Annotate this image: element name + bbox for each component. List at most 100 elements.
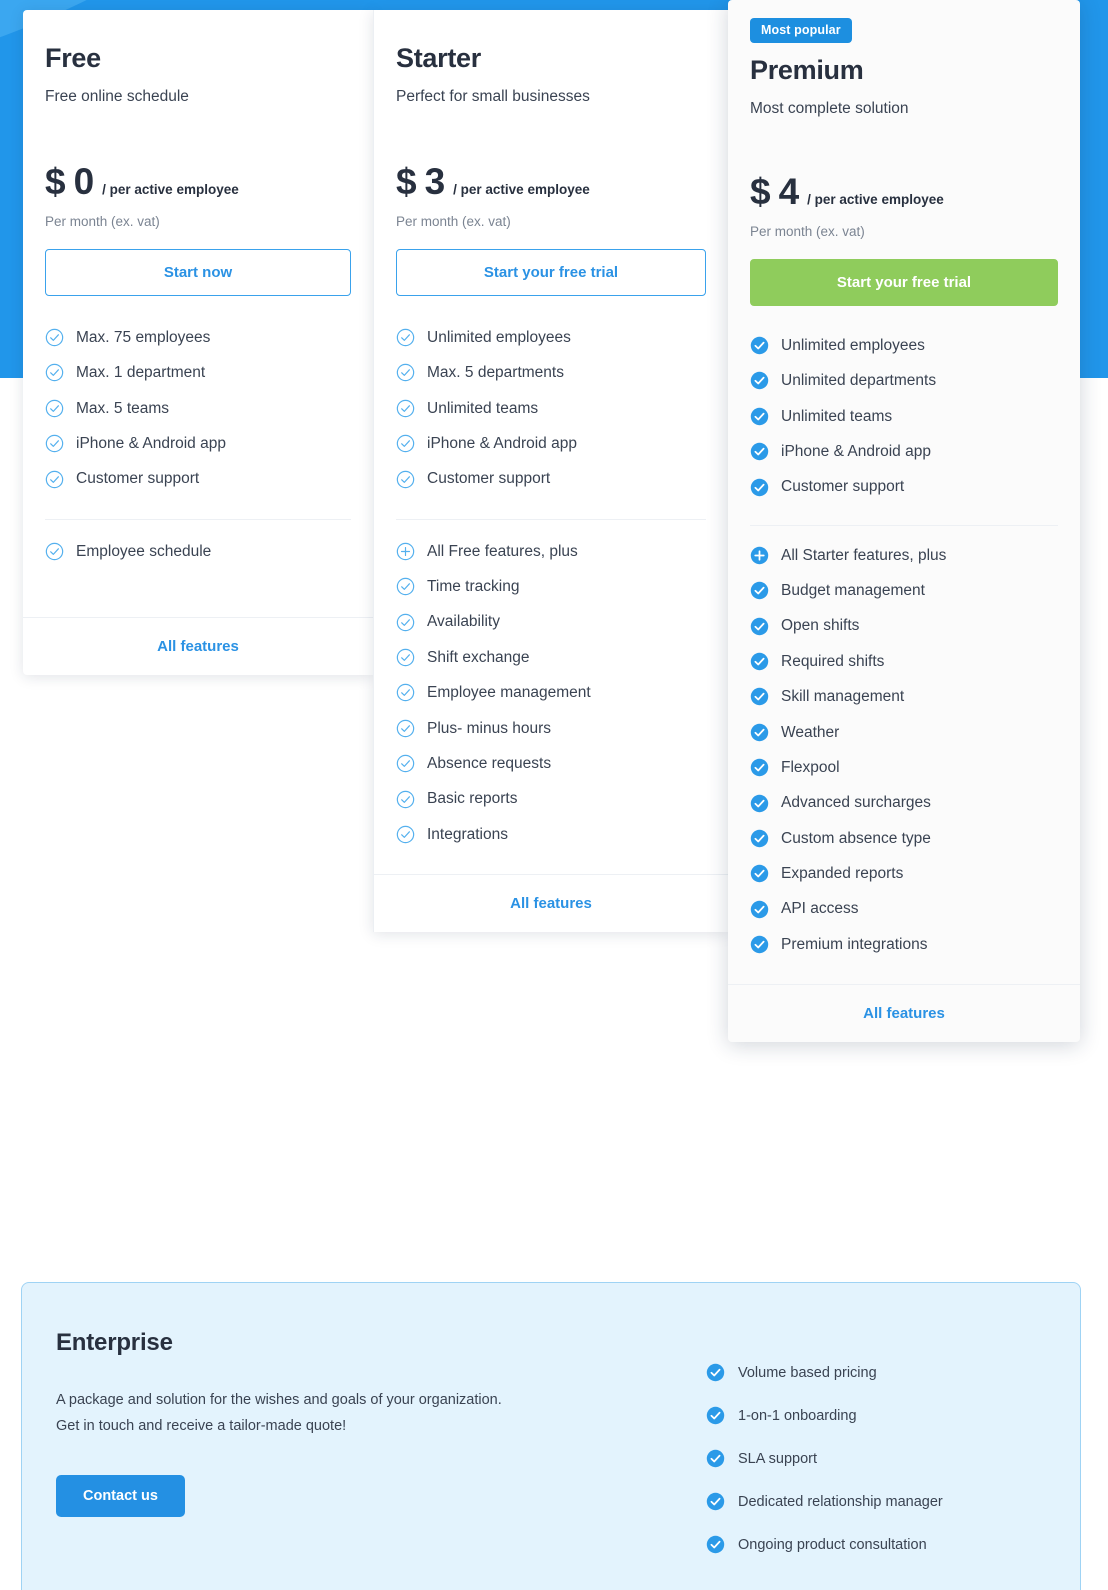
feature-item: Unlimited teams bbox=[396, 391, 706, 426]
check-circle-outline-icon bbox=[396, 648, 415, 667]
check-circle-filled-icon bbox=[750, 935, 769, 954]
check-circle-outline-icon bbox=[396, 790, 415, 808]
check-circle-outline-icon bbox=[45, 364, 64, 382]
feature-label: iPhone & Android app bbox=[427, 434, 577, 452]
check-circle-outline-icon bbox=[396, 825, 415, 844]
extra-feature-list: All Free features, plus Time tracking Avai… bbox=[374, 534, 728, 852]
feature-item: Max. 5 teams bbox=[45, 391, 351, 426]
core-feature-list: Unlimited employees Max. 5 departments Unl… bbox=[374, 320, 728, 497]
check-circle-outline-icon bbox=[396, 470, 415, 488]
feature-item: Customer support bbox=[750, 469, 1058, 504]
check-circle-filled-icon bbox=[706, 1363, 725, 1382]
price-unit: / per active employee bbox=[453, 181, 590, 197]
check-circle-filled-icon bbox=[750, 478, 769, 496]
feature-label: Unlimited departments bbox=[781, 372, 937, 390]
feature-label: Time tracking bbox=[427, 578, 520, 596]
feature-label: All Free features, plus bbox=[427, 542, 578, 560]
price-unit: / per active employee bbox=[102, 181, 239, 197]
feature-item: Customer support bbox=[396, 461, 706, 496]
feature-label: Max. 1 department bbox=[76, 364, 206, 382]
feature-label: All Starter features, plus bbox=[781, 546, 947, 564]
feature-item: Basic reports bbox=[396, 781, 706, 816]
check-circle-outline-icon bbox=[45, 470, 64, 488]
check-circle-filled-icon bbox=[750, 723, 769, 741]
enterprise-card: Enterprise A package and solution for th… bbox=[21, 1282, 1081, 1590]
feature-label: API access bbox=[781, 900, 859, 918]
feature-item: Skill management bbox=[750, 679, 1058, 714]
check-circle-outline-icon bbox=[396, 684, 415, 702]
feature-item: Custom absence type bbox=[750, 821, 1058, 856]
price-amount: 0 bbox=[73, 160, 95, 202]
enterprise-feature-item: SLA support bbox=[706, 1437, 1046, 1480]
check-circle-outline-icon bbox=[396, 613, 415, 631]
feature-label: Skill management bbox=[781, 688, 905, 706]
check-circle-filled-icon bbox=[750, 617, 769, 635]
feature-label: Unlimited employees bbox=[427, 328, 571, 346]
price-row: $4 / per active employee bbox=[750, 171, 1058, 213]
card-footer: All features bbox=[374, 874, 728, 932]
price-currency: $ bbox=[45, 160, 66, 202]
all-features-link[interactable]: All features bbox=[863, 1005, 945, 1022]
feature-item: Absence requests bbox=[396, 746, 706, 781]
check-circle-outline-icon bbox=[45, 542, 64, 561]
price-row: $3 / per active employee bbox=[396, 161, 706, 203]
pricing-card-free: Free Free online schedule $0 / per active e… bbox=[23, 10, 373, 676]
feature-label: Customer support bbox=[76, 470, 200, 488]
feature-item: Required shifts bbox=[750, 644, 1058, 679]
check-circle-filled-icon bbox=[750, 442, 769, 461]
check-circle-filled-icon bbox=[750, 794, 769, 812]
pricing-cards-row: Free Free online schedule $0 / per active e… bbox=[23, 0, 1080, 1043]
extra-feature-list: Employee schedule bbox=[23, 534, 373, 569]
extra-feature-list: All Starter features, plus Budget managem… bbox=[728, 538, 1080, 963]
price-amount: 4 bbox=[778, 170, 800, 212]
feature-label: Plus- minus hours bbox=[427, 719, 552, 737]
plus-circle-filled-icon bbox=[750, 546, 769, 565]
check-circle-filled-icon bbox=[750, 336, 769, 355]
cta-button-premium[interactable]: Start your free trial bbox=[750, 258, 1058, 306]
feature-item: Flexpool bbox=[750, 750, 1058, 785]
feature-item: Plus- minus hours bbox=[396, 711, 706, 746]
feature-divider bbox=[396, 518, 706, 520]
feature-item: Max. 1 department bbox=[45, 355, 351, 390]
feature-label: Required shifts bbox=[781, 652, 885, 670]
most-popular-badge: Most popular bbox=[750, 18, 852, 43]
feature-label: iPhone & Android app bbox=[76, 434, 226, 452]
check-circle-outline-icon bbox=[396, 719, 415, 738]
enterprise-feature-item: Dedicated relationship manager bbox=[706, 1480, 1046, 1523]
check-circle-filled-icon bbox=[750, 582, 769, 600]
check-circle-filled-icon bbox=[750, 372, 769, 390]
feature-item: Integrations bbox=[396, 817, 706, 852]
enterprise-title: Enterprise bbox=[56, 1329, 173, 1356]
cta-button-free[interactable]: Start now bbox=[45, 248, 351, 296]
plan-tagline: Free online schedule bbox=[45, 87, 189, 105]
enterprise-description: A package and solution for the wishes an… bbox=[56, 1387, 706, 1439]
feature-label: Customer support bbox=[427, 470, 551, 488]
price-unit: / per active employee bbox=[807, 191, 944, 207]
enterprise-feature-label: SLA support bbox=[738, 1450, 817, 1467]
feature-label: Premium integrations bbox=[781, 935, 928, 953]
feature-label: Customer support bbox=[781, 478, 905, 496]
contact-us-button[interactable]: Contact us bbox=[56, 1475, 185, 1518]
enterprise-feature-label: Dedicated relationship manager bbox=[738, 1493, 943, 1510]
enterprise-feature-item: Volume based pricing bbox=[706, 1351, 1046, 1394]
feature-label: Unlimited employees bbox=[781, 336, 925, 354]
check-circle-filled-icon bbox=[706, 1449, 725, 1468]
price-period-note: Per month (ex. vat) bbox=[750, 223, 865, 239]
feature-label: Unlimited teams bbox=[781, 407, 893, 425]
feature-divider bbox=[750, 524, 1058, 526]
plan-tagline: Most complete solution bbox=[750, 99, 909, 117]
cta-button-starter[interactable]: Start your free trial bbox=[396, 248, 706, 296]
check-circle-filled-icon bbox=[750, 865, 769, 883]
check-circle-filled-icon bbox=[750, 829, 769, 848]
feature-item: Open shifts bbox=[750, 608, 1058, 643]
feature-label: Integrations bbox=[427, 825, 508, 843]
feature-item: Availability bbox=[396, 604, 706, 639]
feature-item: iPhone & Android app bbox=[750, 434, 1058, 469]
all-features-link[interactable]: All features bbox=[510, 895, 592, 912]
plan-tagline: Perfect for small businesses bbox=[396, 87, 590, 105]
feature-item: Employee schedule bbox=[45, 534, 351, 569]
feature-item: Unlimited teams bbox=[750, 399, 1058, 434]
check-circle-outline-icon bbox=[396, 754, 415, 773]
all-features-link[interactable]: All features bbox=[157, 638, 239, 655]
check-circle-outline-icon bbox=[396, 364, 415, 382]
